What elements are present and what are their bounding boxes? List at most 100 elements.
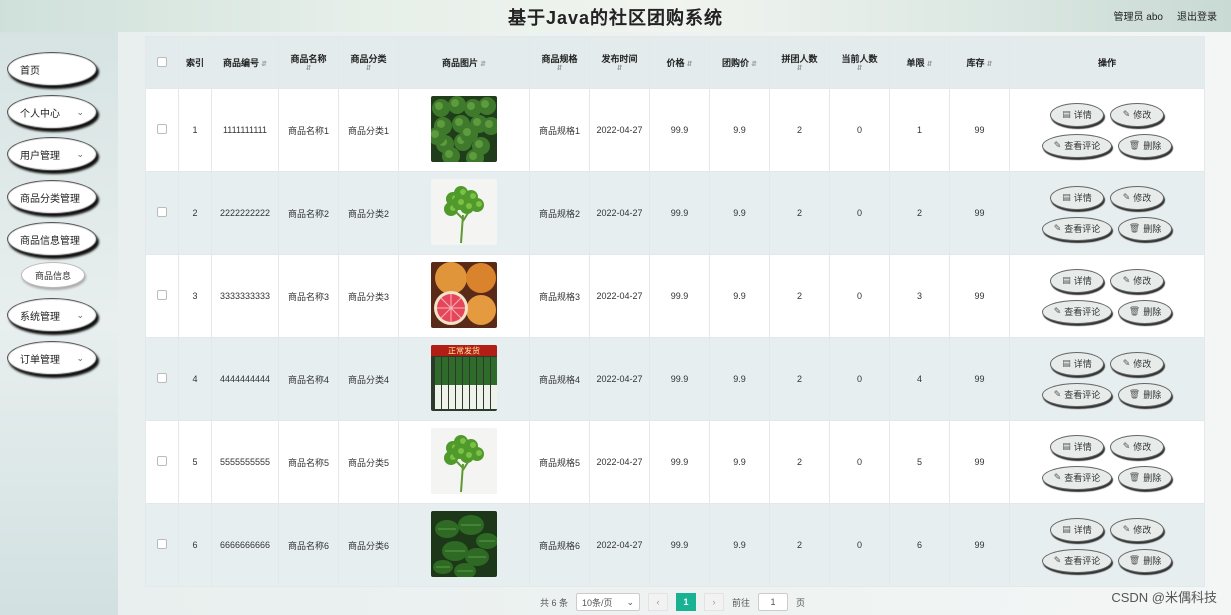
sidebar-item-home[interactable]: 首页 [7, 52, 97, 86]
view-comments-button[interactable]: ✎ 查看评论 [1042, 299, 1112, 324]
row-select-cell[interactable] [145, 420, 179, 504]
sidebar-item-system[interactable]: 系统管理 ⌄ [7, 298, 97, 332]
detail-button[interactable]: ▤ 详情 [1050, 434, 1104, 459]
row-checkbox[interactable] [157, 290, 167, 300]
header-price[interactable]: 价格 ⇵ [649, 36, 710, 89]
sort-icon[interactable]: ⇵ [592, 65, 647, 73]
row-checkbox[interactable] [157, 207, 167, 217]
table-row[interactable]: 2 2222222222 商品名称2 商品分类2 商品规格2 2022-04-27 99.9… [145, 171, 1205, 255]
view-comments-button[interactable]: ✎ 查看评论 [1042, 548, 1112, 573]
row-checkbox[interactable] [157, 124, 167, 134]
prev-page-button[interactable]: ‹ [648, 593, 669, 611]
edit-button[interactable]: ✎ 修改 [1110, 434, 1164, 459]
header-stock[interactable]: 库存 ⇵ [949, 36, 1010, 89]
header-label: 当前人数 [841, 54, 878, 64]
edit-button[interactable]: ✎ 修改 [1110, 517, 1164, 542]
delete-button[interactable]: 🗑 删除 [1118, 548, 1172, 573]
sort-icon[interactable]: ⇵ [751, 61, 757, 68]
view-comments-button[interactable]: ✎ 查看评论 [1042, 216, 1112, 241]
header-label: 商品分类 [350, 54, 387, 64]
header-image[interactable]: 商品图片 ⇵ [398, 36, 530, 89]
action-row: ✎ 查看评论 🗑 删除 [1042, 465, 1172, 490]
header-category[interactable]: 商品分类 ⇵ [338, 36, 399, 89]
edit-button[interactable]: ✎ 修改 [1110, 268, 1164, 293]
cell-limit: 1 [889, 88, 950, 172]
sidebar-subitem-goods-info[interactable]: 商品信息 [21, 262, 85, 288]
logout-link[interactable]: 退出登录 [1177, 8, 1217, 23]
page-number-button[interactable]: 1 [676, 593, 697, 611]
row-select-cell[interactable] [145, 337, 179, 421]
cell-spec: 商品规格2 [529, 171, 590, 255]
table-row[interactable]: 5 5555555555 商品名称5 商品分类5 商品规格5 2022-04-27 99.9… [145, 420, 1205, 504]
sort-icon[interactable]: ⇵ [687, 61, 693, 68]
table-row[interactable]: 3 3333333333 商品名称3 商品分类3 商品规格3 2022-04-27 99.9… [145, 254, 1205, 338]
cell-current-count: 0 [829, 337, 890, 421]
sort-icon[interactable]: ⇵ [927, 61, 933, 68]
delete-button[interactable]: 🗑 删除 [1118, 133, 1172, 158]
row-select-cell[interactable] [145, 254, 179, 338]
cell-spec: 商品规格6 [529, 503, 590, 587]
sidebar-item-orders[interactable]: 订单管理 ⌄ [7, 341, 97, 375]
header-group-count[interactable]: 拼团人数 ⇵ [769, 36, 830, 89]
sort-icon[interactable]: ⇵ [832, 65, 887, 73]
header-current-count[interactable]: 当前人数 ⇵ [829, 36, 890, 89]
detail-button[interactable]: ▤ 详情 [1050, 268, 1104, 293]
detail-button[interactable]: ▤ 详情 [1050, 102, 1104, 127]
header-group-price[interactable]: 团购价 ⇵ [709, 36, 770, 89]
view-comments-button[interactable]: ✎ 查看评论 [1042, 465, 1112, 490]
action-group: ▤ 详情 ✎ 修改 ✎ 查看评论 🗑 删除 [1012, 517, 1202, 573]
detail-button[interactable]: ▤ 详情 [1050, 351, 1104, 376]
view-comments-button[interactable]: ✎ 查看评论 [1042, 133, 1112, 158]
row-select-cell[interactable] [145, 503, 179, 587]
sidebar-item-goods[interactable]: 商品信息管理 [7, 222, 97, 256]
select-all-checkbox[interactable] [157, 56, 167, 67]
table-row[interactable]: 1 1111111111 商品名称1 商品分类1 商品规格1 2022-04-27 99.9… [145, 88, 1205, 172]
view-comments-button[interactable]: ✎ 查看评论 [1042, 382, 1112, 407]
delete-button[interactable]: 🗑 删除 [1118, 465, 1172, 490]
sidebar-item-category[interactable]: 商品分类管理 [7, 180, 97, 214]
cell-code: 4444444444 [211, 337, 279, 421]
sort-icon[interactable]: ⇵ [281, 65, 336, 73]
edit-button[interactable]: ✎ 修改 [1110, 185, 1164, 210]
document-icon: ▤ [1062, 109, 1071, 119]
header-select-all[interactable] [145, 36, 179, 89]
table-row[interactable]: 4 4444444444 商品名称4 商品分类4 正常发货 商品规格4 2022-04-27… [145, 337, 1205, 421]
header-spec[interactable]: 商品规格 ⇵ [529, 36, 590, 89]
sidebar-item-personal[interactable]: 个人中心 ⌄ [7, 95, 97, 129]
button-label: 查看评论 [1064, 390, 1101, 400]
header-code[interactable]: 商品编号 ⇵ [211, 36, 279, 89]
sort-icon[interactable]: ⇵ [532, 65, 587, 73]
sidebar-item-users[interactable]: 用户管理 ⌄ [7, 137, 97, 171]
page-size-select[interactable]: 10条/页 ⌄ [576, 593, 641, 611]
sort-icon[interactable]: ⇵ [987, 61, 993, 68]
header-time[interactable]: 发布时间 ⇵ [589, 36, 650, 89]
row-checkbox[interactable] [157, 539, 167, 549]
row-checkbox[interactable] [157, 456, 167, 466]
table-row[interactable]: 6 6666666666 商品名称6 商品分类6 商品规格6 2022-04-27 99.9… [145, 503, 1205, 587]
sort-icon[interactable]: ⇵ [772, 65, 827, 73]
button-label: 详情 [1073, 193, 1092, 203]
delete-button[interactable]: 🗑 删除 [1118, 382, 1172, 407]
sort-icon[interactable]: ⇵ [480, 61, 486, 68]
sort-icon[interactable]: ⇵ [261, 61, 267, 68]
goto-page-input[interactable]: 1 [758, 593, 789, 611]
row-checkbox[interactable] [157, 373, 167, 383]
detail-button[interactable]: ▤ 详情 [1050, 517, 1104, 542]
action-group: ▤ 详情 ✎ 修改 ✎ 查看评论 🗑 删除 [1012, 102, 1202, 158]
chevron-down-icon: ⌄ [76, 107, 84, 117]
row-select-cell[interactable] [145, 171, 179, 255]
edit-button[interactable]: ✎ 修改 [1110, 351, 1164, 376]
delete-button[interactable]: 🗑 删除 [1118, 299, 1172, 324]
cell-time: 2022-04-27 [589, 420, 650, 504]
edit-button[interactable]: ✎ 修改 [1110, 102, 1164, 127]
delete-button[interactable]: 🗑 删除 [1118, 216, 1172, 241]
sort-icon[interactable]: ⇵ [341, 65, 396, 73]
detail-button[interactable]: ▤ 详情 [1050, 185, 1104, 210]
goto-label: 前往 [732, 597, 751, 608]
row-select-cell[interactable] [145, 88, 179, 172]
header-limit[interactable]: 单限 ⇵ [889, 36, 950, 89]
button-label: 修改 [1133, 276, 1152, 286]
header-name[interactable]: 商品名称 ⇵ [278, 36, 339, 89]
cell-stock: 99 [949, 88, 1010, 172]
next-page-button[interactable]: › [704, 593, 725, 611]
